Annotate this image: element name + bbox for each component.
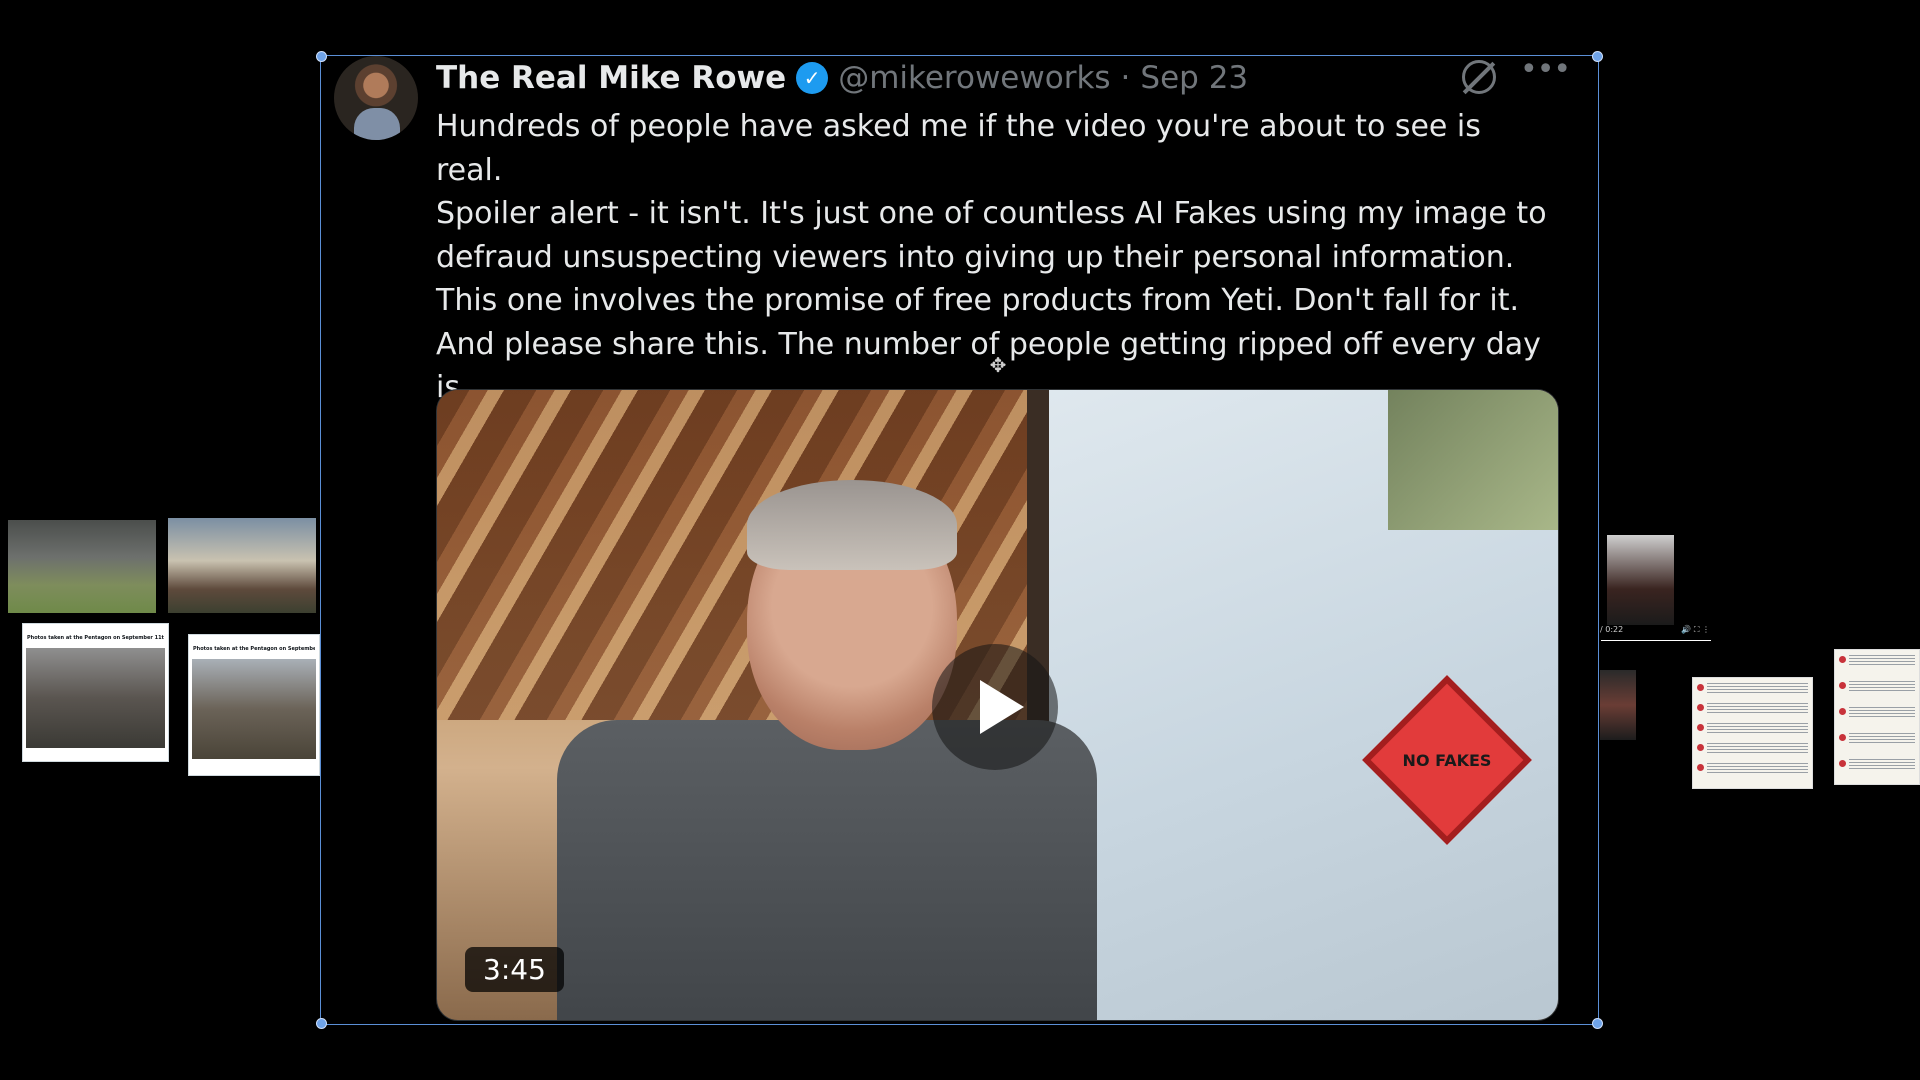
card-photo [192,659,316,759]
tweet-video[interactable]: NO FAKES 3:45 [436,389,1559,1021]
tiktok-video-thumbnail[interactable] [1607,535,1674,625]
commenter-avatar-icon [1839,760,1846,767]
video-person-hair [747,480,957,570]
commenter-avatar-icon [1697,744,1704,751]
commenter-avatar-icon [1839,656,1846,663]
comment-row [1839,654,1915,668]
video-window-background [1388,390,1558,530]
comment-row [1839,732,1915,746]
comment-lines [1849,759,1915,769]
comment-row [1697,742,1808,756]
pentagon-post-card[interactable]: Photos taken at the Pentagon on Septembe… [22,623,169,762]
comment-lines [1849,655,1915,665]
comment-lines [1849,681,1915,691]
card-title: Photos taken at the Pentagon on Septembe… [193,646,315,652]
desktop-canvas: Photos taken at the Pentagon on Septembe… [0,0,1920,1080]
comment-row [1697,702,1808,716]
comments-thread-thumbnail[interactable] [1692,677,1813,789]
comment-lines [1707,743,1808,753]
separator: · [1120,60,1131,96]
comment-row [1839,680,1915,694]
pentagon-post-card-2[interactable]: Photos taken at the Pentagon on Septembe… [188,634,320,776]
comment-row [1697,762,1808,776]
player-progress-bar[interactable] [1601,640,1711,641]
comment-row [1697,682,1808,696]
comment-lines [1707,723,1808,733]
comment-lines [1707,703,1808,713]
resize-handle-bottom-left[interactable] [316,1018,327,1029]
commenter-avatar-icon [1839,682,1846,689]
commenter-avatar-icon [1697,684,1704,691]
comment-row [1697,722,1808,736]
comments-thread-thumbnail-2[interactable] [1834,649,1920,785]
verified-badge-icon: ✓ [796,62,829,94]
pentagon-photo-thumbnail[interactable] [8,520,156,613]
play-button-icon[interactable] [932,644,1058,770]
card-photo [26,648,165,748]
card-title: Photos taken at the Pentagon on Septembe… [27,635,164,641]
commenter-avatar-icon [1697,764,1704,771]
comment-lines [1849,733,1915,743]
resize-handle-bottom-right[interactable] [1592,1018,1603,1029]
commenter-avatar-icon [1697,724,1704,731]
player-control-icons[interactable]: 🔊 ⛶ ⋮ [1681,625,1710,635]
comment-row [1839,706,1915,720]
resize-handle-top-right[interactable] [1592,51,1603,62]
comment-lines [1849,707,1915,717]
player-time: / 0:22 [1600,625,1624,634]
display-name[interactable]: The Real Mike Rowe [436,60,786,96]
comment-lines [1707,763,1808,773]
comment-row [1839,758,1915,772]
sticker-text: NO FAKES [1402,750,1492,770]
more-options-icon[interactable]: ••• [1520,55,1571,94]
commenter-avatar-icon [1839,734,1846,741]
commenter-avatar-icon [1839,708,1846,715]
resize-handle-top-left[interactable] [316,51,327,62]
pentagon-fire-photo-thumbnail[interactable] [168,518,316,613]
video-duration: 3:45 [465,947,564,992]
video-player-controls[interactable]: / 0:22 🔊 ⛶ ⋮ [1600,625,1712,637]
user-handle[interactable]: @mikeroweworks [838,60,1110,96]
small-video-thumbnail[interactable] [1600,670,1636,740]
tweet-header: The Real Mike Rowe ✓ @mikeroweworks · Se… [436,58,1248,98]
avatar[interactable] [334,56,418,140]
comment-lines [1707,683,1808,693]
commenter-avatar-icon [1697,704,1704,711]
move-cursor-icon: ✥ [989,353,1007,377]
comment-header [1680,660,1830,670]
tweet-date[interactable]: Sep 23 [1140,60,1248,96]
grok-icon[interactable] [1462,60,1496,94]
